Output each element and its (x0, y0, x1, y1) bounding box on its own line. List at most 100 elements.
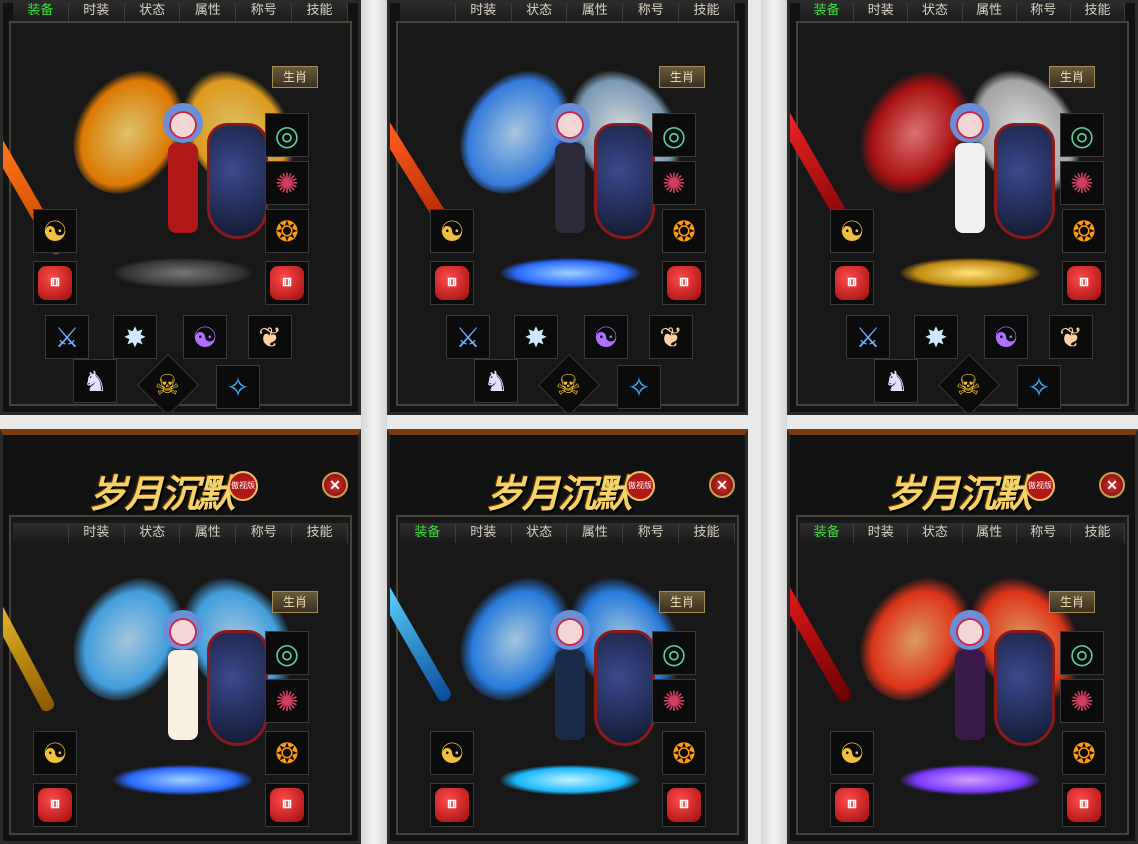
dice-slot[interactable]: ⚅ (830, 783, 874, 827)
equip-slot-wand[interactable]: ⚔ (45, 315, 89, 359)
equip-slot-ring[interactable]: ✺ (265, 679, 309, 723)
dice-slot[interactable]: ⚅ (430, 783, 474, 827)
equip-slot-wand[interactable]: ⚔ (446, 315, 490, 359)
equip-slot-necklace[interactable]: ◎ (1060, 631, 1104, 675)
tab-title[interactable]: 称号 (623, 523, 680, 543)
tab-attributes[interactable]: 属性 (180, 3, 237, 21)
tab-equipment[interactable]: 装备 (400, 523, 456, 543)
zodiac-button[interactable]: 生肖 (272, 591, 318, 613)
dice-slot[interactable]: ⚅ (265, 783, 309, 827)
logo-badge: 傲视版 (625, 471, 655, 501)
equip-slot-talisman[interactable]: ❂ (1062, 209, 1106, 253)
close-icon[interactable]: ✕ (1099, 472, 1125, 498)
equip-slot-charm[interactable]: ❦ (248, 315, 292, 359)
dice-slot[interactable]: ⚅ (265, 261, 309, 305)
dice-slot[interactable]: ⚅ (1062, 783, 1106, 827)
dice-slot[interactable]: ⚅ (1062, 261, 1106, 305)
tab-status[interactable]: 状态 (124, 523, 181, 543)
tab-equipment[interactable]: 装备 (800, 523, 855, 543)
equip-slot-wand[interactable]: ⚔ (846, 315, 890, 359)
star-icon[interactable]: ✸ (113, 315, 157, 359)
tab-attributes[interactable]: 属性 (962, 523, 1017, 543)
star-icon[interactable]: ✸ (914, 315, 958, 359)
close-icon[interactable]: ✕ (709, 472, 735, 498)
tab-equipment[interactable]: 装备 (13, 3, 69, 21)
tab-equipment[interactable] (400, 3, 456, 21)
yin-yang-icon[interactable]: ☯ (430, 209, 474, 253)
equip-slot-wings-effect[interactable]: ✧ (216, 365, 260, 409)
zodiac-button[interactable]: 生肖 (1049, 591, 1095, 613)
equip-slot-talisman[interactable]: ❂ (265, 731, 309, 775)
dice-slot[interactable]: ⚅ (662, 261, 706, 305)
equip-slot-mount[interactable]: ♞ (874, 359, 918, 403)
tab-fashion[interactable]: 时装 (68, 3, 125, 21)
equip-slot-charm[interactable]: ❦ (649, 315, 693, 359)
tab-skills[interactable]: 技能 (1070, 523, 1126, 543)
equip-slot-talisman[interactable]: ❂ (1062, 731, 1106, 775)
equip-slot-necklace[interactable]: ◎ (652, 113, 696, 157)
yin-yang-icon[interactable]: ☯ (33, 209, 77, 253)
tab-attributes[interactable]: 属性 (567, 3, 624, 21)
tab-equipment[interactable] (13, 523, 69, 543)
yin-yang-icon[interactable]: ☯ (984, 315, 1028, 359)
tab-attributes[interactable]: 属性 (962, 3, 1017, 21)
equip-slot-wings-effect[interactable]: ✧ (1017, 365, 1061, 409)
tab-title[interactable]: 称号 (623, 3, 680, 21)
yin-yang-icon[interactable]: ☯ (830, 731, 874, 775)
equip-slot-mount[interactable]: ♞ (73, 359, 117, 403)
equip-slot-necklace[interactable]: ◎ (265, 631, 309, 675)
equip-slot-ring[interactable]: ✺ (652, 161, 696, 205)
dice-slot[interactable]: ⚅ (662, 783, 706, 827)
zodiac-button[interactable]: 生肖 (1049, 66, 1095, 88)
tab-fashion[interactable]: 时装 (455, 523, 512, 543)
yin-yang-icon[interactable]: ☯ (33, 731, 77, 775)
tab-status[interactable]: 状态 (908, 523, 963, 543)
zodiac-button[interactable]: 生肖 (659, 66, 705, 88)
tab-equipment[interactable]: 装备 (800, 3, 855, 21)
equip-slot-talisman[interactable]: ❂ (265, 209, 309, 253)
equip-slot-talisman[interactable]: ❂ (662, 731, 706, 775)
yin-yang-icon[interactable]: ☯ (584, 315, 628, 359)
zodiac-button[interactable]: 生肖 (272, 66, 318, 88)
tab-status[interactable]: 状态 (511, 3, 568, 21)
dice-slot[interactable]: ⚅ (830, 261, 874, 305)
zodiac-button[interactable]: 生肖 (659, 591, 705, 613)
tab-fashion[interactable]: 时装 (854, 523, 909, 543)
star-icon[interactable]: ✸ (514, 315, 558, 359)
dice-slot[interactable]: ⚅ (33, 783, 77, 827)
tab-skills[interactable]: 技能 (1070, 3, 1126, 21)
equip-slot-necklace[interactable]: ◎ (1060, 113, 1104, 157)
yin-yang-icon[interactable]: ☯ (830, 209, 874, 253)
equip-slot-ring[interactable]: ✺ (652, 679, 696, 723)
equip-slot-talisman[interactable]: ❂ (662, 209, 706, 253)
equip-slot-ring[interactable]: ✺ (265, 161, 309, 205)
tab-title[interactable]: 称号 (236, 3, 293, 21)
tab-skills[interactable]: 技能 (679, 3, 735, 21)
close-icon[interactable]: ✕ (322, 472, 348, 498)
tab-attributes[interactable]: 属性 (180, 523, 237, 543)
yin-yang-icon[interactable]: ☯ (430, 731, 474, 775)
tab-title[interactable]: 称号 (236, 523, 293, 543)
tab-attributes[interactable]: 属性 (567, 523, 624, 543)
equip-slot-necklace[interactable]: ◎ (265, 113, 309, 157)
tab-skills[interactable]: 技能 (292, 523, 348, 543)
tab-skills[interactable]: 技能 (679, 523, 735, 543)
equip-slot-charm[interactable]: ❦ (1049, 315, 1093, 359)
tab-skills[interactable]: 技能 (292, 3, 348, 21)
tab-status[interactable]: 状态 (511, 523, 568, 543)
equip-slot-ring[interactable]: ✺ (1060, 161, 1104, 205)
tab-title[interactable]: 称号 (1016, 3, 1071, 21)
tab-fashion[interactable]: 时装 (68, 523, 125, 543)
dice-slot[interactable]: ⚅ (430, 261, 474, 305)
equip-slot-wings-effect[interactable]: ✧ (617, 365, 661, 409)
equip-slot-ring[interactable]: ✺ (1060, 679, 1104, 723)
equip-slot-necklace[interactable]: ◎ (652, 631, 696, 675)
tab-status[interactable]: 状态 (124, 3, 181, 21)
tab-status[interactable]: 状态 (908, 3, 963, 21)
tab-title[interactable]: 称号 (1016, 523, 1071, 543)
equip-slot-mount[interactable]: ♞ (474, 359, 518, 403)
tab-fashion[interactable]: 时装 (854, 3, 909, 21)
tab-fashion[interactable]: 时装 (455, 3, 512, 21)
dice-slot[interactable]: ⚅ (33, 261, 77, 305)
yin-yang-icon[interactable]: ☯ (183, 315, 227, 359)
